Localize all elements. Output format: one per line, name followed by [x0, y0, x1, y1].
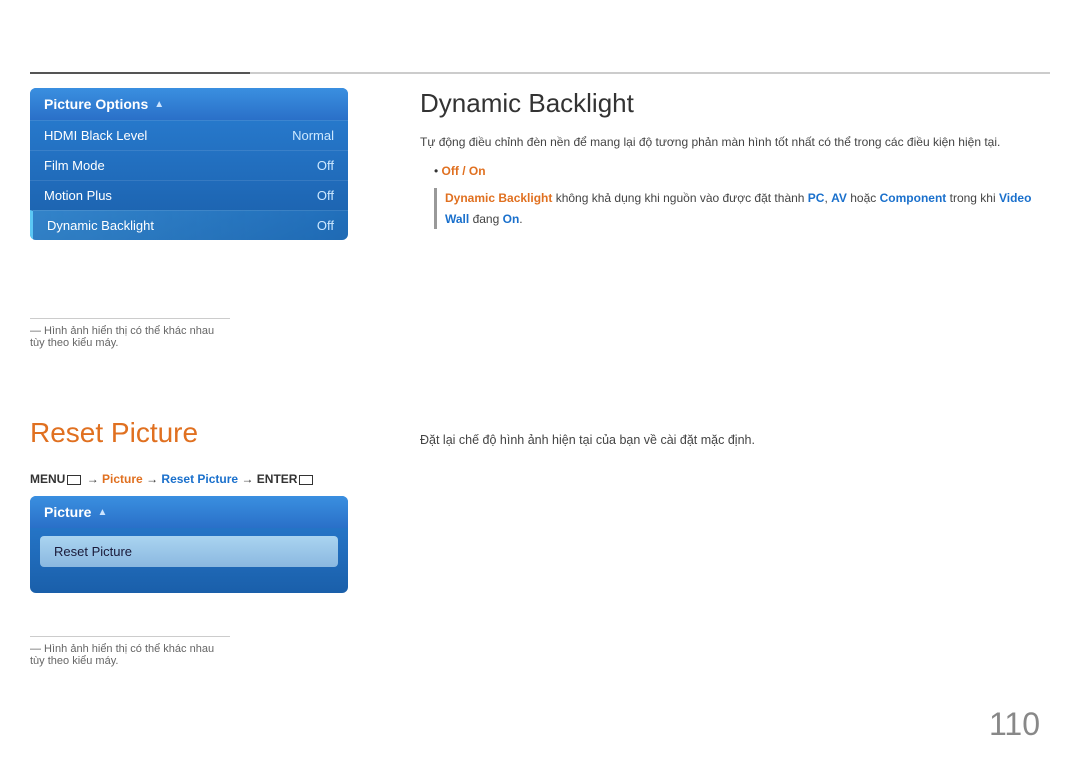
bullet-off-on: Off / On	[434, 164, 1050, 178]
picture-options-header: Picture Options ▲	[30, 88, 348, 120]
off-on-text: Off / On	[442, 164, 486, 178]
menu-path: MENU → Picture → Reset Picture → ENTER	[30, 472, 315, 486]
section-title: Dynamic Backlight	[420, 88, 1050, 119]
section-description: Tự động điều chỉnh đèn nền để mang lại đ…	[420, 133, 1050, 152]
page-number: 110	[989, 706, 1040, 743]
arrow2: →	[146, 472, 161, 486]
reset-right-content: Đặt lại chế độ hình ảnh hiện tại của bạn…	[420, 433, 1050, 447]
note-dang: đang	[469, 212, 502, 226]
reset-picture-title: Reset Picture	[30, 417, 198, 449]
top-divider	[30, 72, 1050, 74]
note-text: Dynamic Backlight không khả dụng khi ngu…	[434, 188, 1050, 229]
menu-item-motion[interactable]: Motion Plus Off	[30, 180, 348, 210]
picture-header-arrow: ▲	[97, 507, 107, 518]
enter-label: ENTER	[257, 472, 298, 486]
reset-picture-item[interactable]: Reset Picture	[40, 536, 338, 567]
note-end: .	[519, 212, 522, 226]
menu-item-label: Motion Plus	[44, 188, 112, 203]
image-note-1: ― Hình ảnh hiển thị có thể khác nhau tùy…	[30, 318, 230, 349]
menu-item-label: Dynamic Backlight	[47, 218, 154, 233]
note-pc: PC	[808, 191, 825, 205]
image-note-2: ― Hình ảnh hiển thị có thể khác nhau tùy…	[30, 636, 230, 667]
note-trong-khi: trong khi	[946, 191, 999, 205]
menu-icon	[67, 475, 81, 485]
menu-item-label: HDMI Black Level	[44, 128, 147, 143]
header-label: Picture Options	[44, 96, 148, 112]
picture-panel-header: Picture ▲	[30, 496, 348, 528]
arrow1: →	[87, 472, 102, 486]
menu-item-dynamic-backlight[interactable]: Dynamic Backlight Off	[30, 210, 348, 240]
enter-icon	[299, 475, 313, 485]
picture-panel-label: Picture	[44, 504, 91, 520]
dynamic-backlight-content: Dynamic Backlight Tự động điều chỉnh đèn…	[420, 88, 1050, 229]
note-component: Component	[880, 191, 947, 205]
menu-item-value: Normal	[292, 128, 334, 143]
menu-label: MENU	[30, 472, 65, 486]
menu-item-value: Off	[317, 188, 334, 203]
note-hoac: hoặc	[847, 191, 880, 205]
picture-panel: Picture ▲ Reset Picture	[30, 496, 348, 593]
arrow3: →	[241, 472, 256, 486]
picture-options-panel: Picture Options ▲ HDMI Black Level Norma…	[30, 88, 348, 240]
path-picture: Picture	[102, 472, 143, 486]
path-reset: Reset Picture	[161, 472, 238, 486]
header-arrow: ▲	[154, 99, 164, 110]
menu-item-value: Off	[317, 158, 334, 173]
note-av: AV	[831, 191, 847, 205]
menu-item-label: Film Mode	[44, 158, 105, 173]
note-highlight-dynamic: Dynamic Backlight	[445, 191, 552, 205]
menu-item-film[interactable]: Film Mode Off	[30, 150, 348, 180]
note-on: On	[503, 212, 520, 226]
menu-item-value: Off	[317, 218, 334, 233]
note-body: không khả dụng khi nguồn vào được đặt th…	[552, 191, 807, 205]
menu-item-hdmi[interactable]: HDMI Black Level Normal	[30, 120, 348, 150]
